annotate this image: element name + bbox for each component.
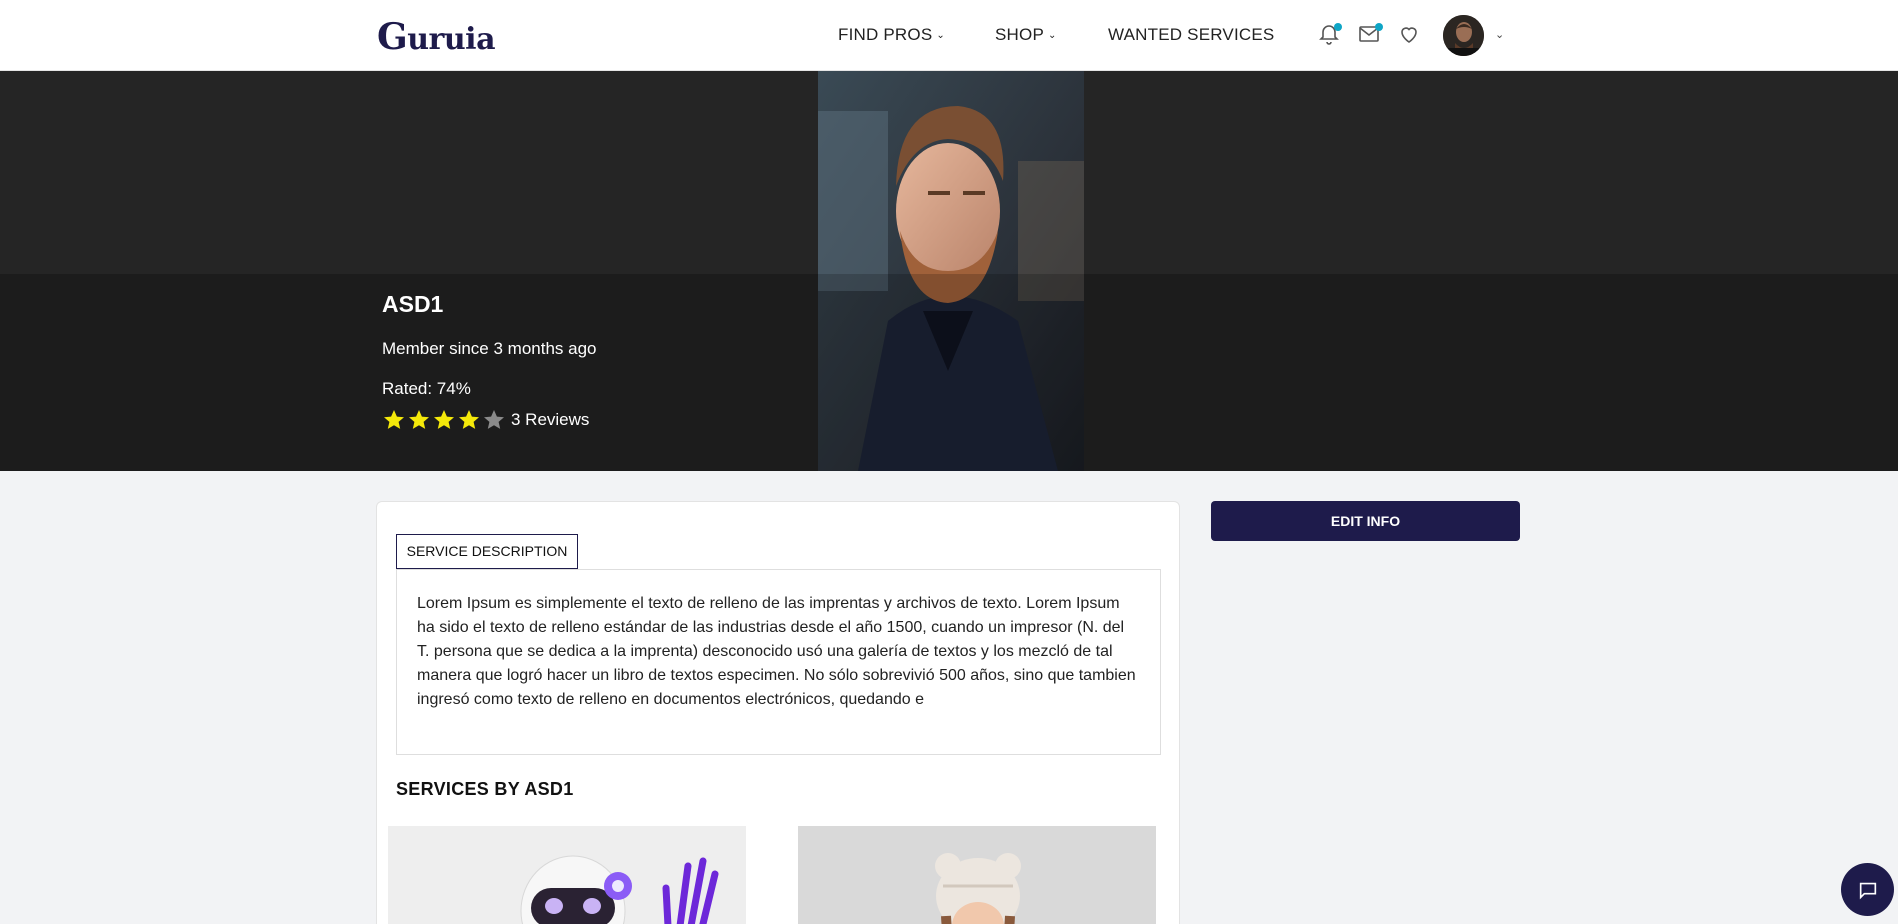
service-thumbnail-robot[interactable]	[388, 826, 746, 924]
member-since: Member since 3 months ago	[382, 339, 597, 358]
hero-photo-shade	[818, 274, 1084, 471]
star-filled-icon	[384, 410, 404, 429]
nav-shop[interactable]: SHOP ⌄	[995, 25, 1057, 45]
nav-shop-label: SHOP	[995, 25, 1044, 44]
nav-wanted-services[interactable]: WANTED SERVICES	[1108, 25, 1274, 45]
nav-find-pros-label: FIND PROS	[838, 25, 933, 44]
reviews-count[interactable]: 3 Reviews	[511, 410, 589, 430]
chevron-down-icon: ⌄	[936, 30, 945, 41]
top-navbar: Guruia FIND PROS ⌄ SHOP ⌄ WANTED SERVICES …	[0, 0, 1898, 71]
logo-letter: G	[377, 16, 408, 58]
tab-service-description[interactable]: SERVICE DESCRIPTION	[396, 534, 578, 569]
rating-stars	[382, 408, 506, 432]
chevron-down-icon[interactable]: ⌄	[1495, 28, 1504, 41]
chat-button[interactable]	[1841, 863, 1894, 916]
description-box: Lorem Ipsum es simplemente el texto de r…	[396, 569, 1161, 755]
bell-icon[interactable]	[1317, 22, 1342, 46]
services-heading: SERVICES BY ASD1	[396, 779, 574, 799]
star-empty-icon	[484, 410, 504, 429]
guruia-logo[interactable]: Guruia	[377, 16, 496, 58]
user-avatar[interactable]	[1443, 15, 1484, 56]
rating-percent: Rated: 74%	[382, 379, 471, 398]
chevron-down-icon: ⌄	[1047, 30, 1057, 41]
service-thumbnail-girl[interactable]	[798, 826, 1156, 924]
notification-dot	[1334, 23, 1342, 31]
mail-icon[interactable]	[1357, 22, 1383, 46]
star-filled-icon	[434, 410, 454, 429]
service-card: SERVICE DESCRIPTION Lorem Ipsum es simpl…	[376, 501, 1180, 924]
star-filled-icon	[459, 410, 479, 429]
star-filled-icon	[409, 410, 429, 429]
notification-dot	[1375, 23, 1383, 31]
heart-icon[interactable]	[1397, 22, 1421, 46]
service-description-text: Lorem Ipsum es simplemente el texto de r…	[417, 595, 1136, 708]
edit-info-button[interactable]: EDIT INFO	[1211, 501, 1520, 541]
profile-hero: ASD1 Member since 3 months ago Rated: 74…	[0, 71, 1898, 471]
nav-wanted-services-label: WANTED SERVICES	[1108, 25, 1275, 44]
profile-name: ASD1	[382, 291, 444, 317]
logo-text: uruia	[407, 22, 496, 57]
chat-bubble-icon	[1859, 882, 1876, 899]
nav-find-pros[interactable]: FIND PROS ⌄	[838, 25, 945, 45]
